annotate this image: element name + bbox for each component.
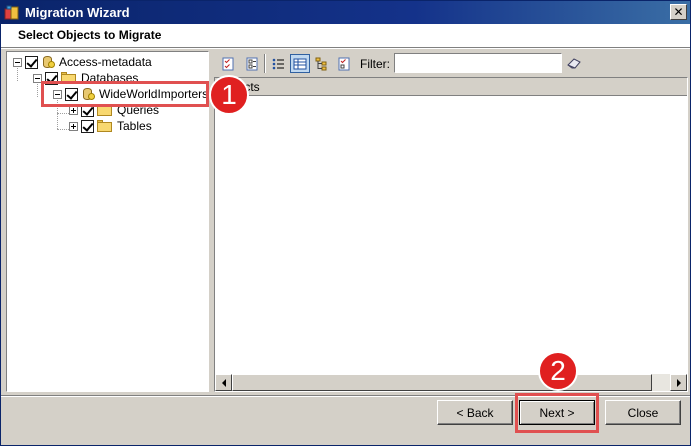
tables-checkbox[interactable] [81, 119, 94, 133]
uncheck-all-button[interactable] [242, 54, 262, 73]
wizard-app-icon [4, 5, 20, 21]
close-button[interactable]: Close [605, 400, 681, 425]
tree-label: Access-metadata [59, 55, 152, 69]
scroll-right-button[interactable] [670, 374, 687, 391]
callout-badge-one: 1 [209, 75, 249, 115]
back-button[interactable]: < Back [437, 400, 513, 425]
properties-button[interactable] [334, 54, 354, 73]
folder-icon [97, 120, 113, 132]
uncheck-all-icon [246, 57, 258, 70]
project-database-icon [41, 55, 55, 69]
callout-highlight-database [41, 81, 209, 107]
scroll-thumb[interactable] [232, 374, 652, 391]
page-title: Select Objects to Migrate [18, 28, 162, 42]
details-view-button[interactable] [290, 54, 310, 73]
arrow-right-icon [676, 378, 681, 387]
tree-view-button[interactable] [312, 54, 332, 73]
tree-item-access-metadata[interactable]: Access-metadata [13, 54, 152, 70]
filter-input[interactable] [394, 53, 562, 73]
check-all-button[interactable] [218, 54, 238, 73]
scroll-left-button[interactable] [215, 374, 232, 391]
objects-list[interactable]: Objects [214, 77, 688, 392]
tree-label: Tables [117, 119, 152, 133]
details-view-icon [293, 58, 307, 69]
objects-column-header[interactable]: Objects [215, 78, 687, 96]
callout-badge-two: 2 [538, 351, 578, 391]
title-bar[interactable]: Migration Wizard ✕ [1, 1, 690, 24]
tree-item-tables[interactable]: Tables [69, 118, 152, 134]
toolbar-separator [264, 54, 266, 73]
tree-view-icon [315, 57, 327, 70]
check-all-icon [222, 57, 234, 70]
migration-wizard-window: Migration Wizard ✕ Select Objects to Mig… [0, 0, 691, 446]
clear-filter-button[interactable] [566, 56, 582, 70]
access-metadata-checkbox[interactable] [25, 55, 38, 69]
window-title: Migration Wizard [25, 5, 130, 20]
wizard-header: Select Objects to Migrate [1, 24, 690, 47]
header-divider [1, 47, 690, 49]
objects-toolbar: Filter: [214, 51, 688, 76]
eraser-icon [567, 58, 581, 69]
properties-icon [338, 57, 350, 70]
collapse-icon[interactable] [13, 57, 22, 67]
list-view-icon [272, 58, 284, 69]
list-view-button[interactable] [268, 54, 288, 73]
arrow-left-icon [221, 378, 226, 387]
filter-label: Filter: [360, 57, 390, 71]
close-icon: ✕ [673, 5, 684, 19]
horizontal-scrollbar[interactable] [215, 374, 687, 391]
window-close-button[interactable]: ✕ [670, 4, 687, 20]
expand-icon[interactable] [69, 121, 78, 131]
callout-highlight-next [515, 393, 599, 433]
